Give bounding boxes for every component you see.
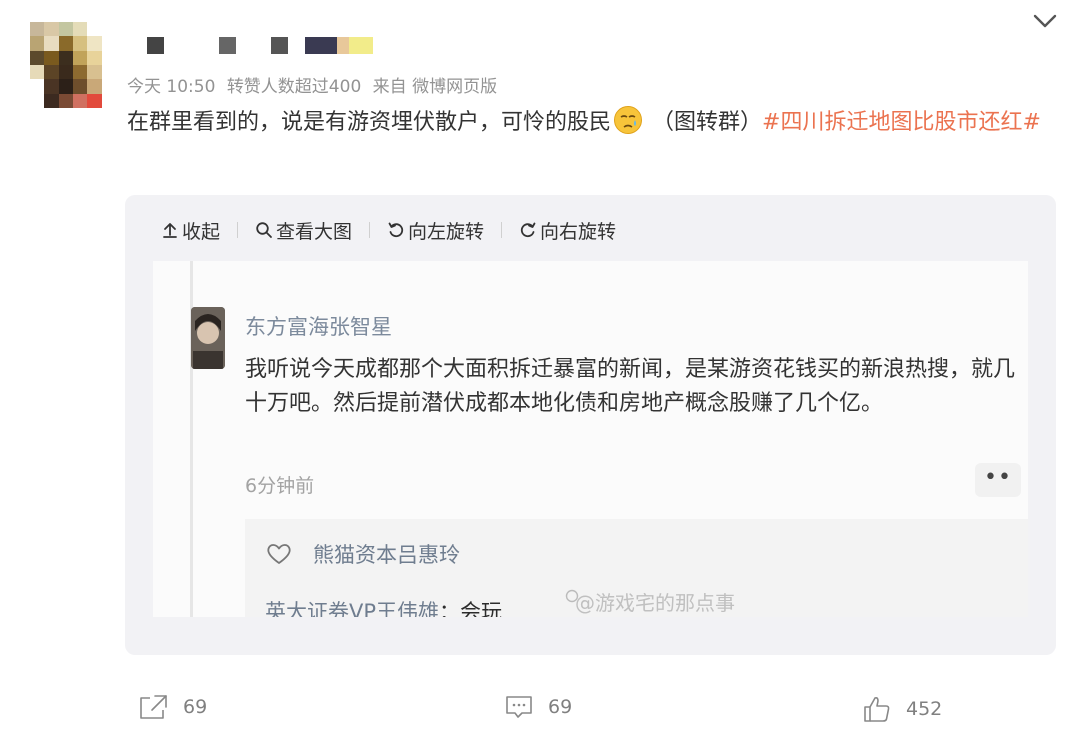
collapse-button[interactable]: 收起	[161, 217, 220, 244]
rotate-right-button[interactable]: 向右旋转	[519, 217, 616, 244]
image-watermark: @游戏宅的那点事	[575, 591, 735, 615]
thumbs-up-icon	[864, 697, 890, 722]
toolbar-divider	[501, 222, 503, 238]
collapse-label: 收起	[182, 220, 221, 243]
heart-icon	[267, 544, 291, 564]
toolbar-divider	[369, 222, 371, 238]
avatar[interactable]	[30, 22, 116, 108]
rotate-left-button[interactable]: 向左旋转	[387, 217, 484, 244]
search-icon	[256, 222, 272, 238]
collapse-chevron-icon[interactable]	[1032, 10, 1058, 32]
view-large-button[interactable]: 查看大图	[255, 217, 352, 244]
reply-box: 熊猫资本吕惠玲 英大证券VP王伟雄：会玩 @游戏宅的那点事	[245, 519, 1028, 617]
comment-icon	[506, 696, 532, 718]
post-meta: 今天 10:50 转赞人数超过400 来自 微博网页版	[127, 72, 503, 97]
repost-note: 转赞人数超过400	[226, 77, 362, 97]
comment-button[interactable]: 69	[504, 694, 572, 720]
share-button[interactable]: 69	[139, 694, 207, 720]
media-toolbar: 收起 查看大图 向左旋转 向右旋转	[161, 215, 616, 245]
post-image[interactable]: 东方富海张智星 我听说今天成都那个大面积拆迁暴富的新闻，是某游资花钱买的新浪热搜…	[153, 261, 1028, 617]
reply-content: ：会玩	[439, 600, 503, 617]
view-large-label: 查看大图	[276, 220, 353, 243]
comment-body: 我听说今天成都那个大面积拆迁暴富的新闻，是某游资花钱买的新浪热搜，就几十万吧。然…	[245, 357, 1016, 416]
comment-count: 69	[548, 696, 573, 718]
post-text: 在群里看到的，说是有游资埋伏散户，可怜的股民 （图转群）#四川拆迁地图比股市还红…	[127, 103, 1057, 143]
share-count: 69	[183, 696, 208, 718]
commenter-avatar	[191, 307, 225, 369]
post-source: 来自 微博网页版	[372, 77, 498, 97]
like-button[interactable]: 452	[862, 694, 942, 724]
more-options: ••	[975, 463, 1021, 497]
post-time[interactable]: 今天 10:50	[127, 77, 215, 97]
reply-username: 熊猫资本吕惠玲	[313, 543, 460, 567]
rotate-left-icon	[388, 222, 404, 238]
post-body-suffix: （图转群）	[645, 110, 763, 135]
rotate-right-label: 向右旋转	[540, 220, 617, 243]
share-icon	[140, 695, 167, 719]
crying-face-icon	[614, 106, 643, 134]
reply-author: 英大证券VP王伟雄	[265, 600, 440, 617]
comment-time: 6分钟前	[245, 475, 315, 497]
toolbar-divider	[237, 222, 239, 238]
rotate-left-label: 向左旋转	[408, 220, 485, 243]
commenter-username: 东方富海张智星	[245, 315, 392, 339]
rotate-right-icon	[520, 222, 536, 238]
reply-text: 英大证券VP王伟雄：会玩	[265, 596, 502, 617]
like-count: 452	[906, 698, 943, 720]
post-body: 在群里看到的，说是有游资埋伏散户，可怜的股民	[127, 110, 612, 135]
collapse-icon	[163, 223, 177, 238]
media-panel: 收起 查看大图 向左旋转 向右旋转 东方富海张智星 我听说今天成都那个大面积拆迁…	[125, 195, 1056, 655]
hashtag-link[interactable]: #四川拆迁地图比股市还红#	[762, 110, 1041, 135]
